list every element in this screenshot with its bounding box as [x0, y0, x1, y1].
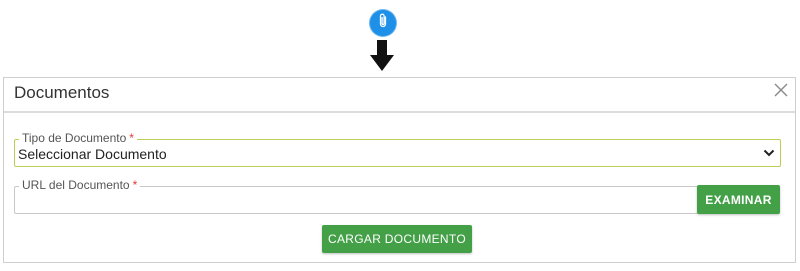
modal-header: Documentos	[4, 78, 795, 113]
arrow-down-icon	[370, 40, 394, 71]
modal-title: Documentos	[14, 83, 110, 102]
browse-button[interactable]: EXAMINAR	[697, 185, 780, 214]
close-button[interactable]	[773, 82, 789, 98]
document-type-label: Tipo de Documento *	[19, 131, 137, 145]
paperclip-icon	[376, 13, 390, 34]
attach-button[interactable]	[370, 10, 396, 36]
document-type-select[interactable]: Tipo de Documento * Seleccionar Documento	[14, 131, 781, 167]
upload-document-button[interactable]: CARGAR DOCUMENTO	[322, 225, 472, 253]
documents-modal: Documentos Tipo de Documento * Selecciona…	[3, 77, 796, 263]
chevron-down-icon	[763, 149, 775, 157]
close-icon	[774, 83, 788, 97]
document-url-field[interactable]: URL del Documento *	[14, 178, 698, 214]
document-type-value: Seleccionar Documento	[18, 146, 167, 162]
required-mark: *	[129, 131, 134, 145]
document-url-input[interactable]	[15, 187, 698, 213]
